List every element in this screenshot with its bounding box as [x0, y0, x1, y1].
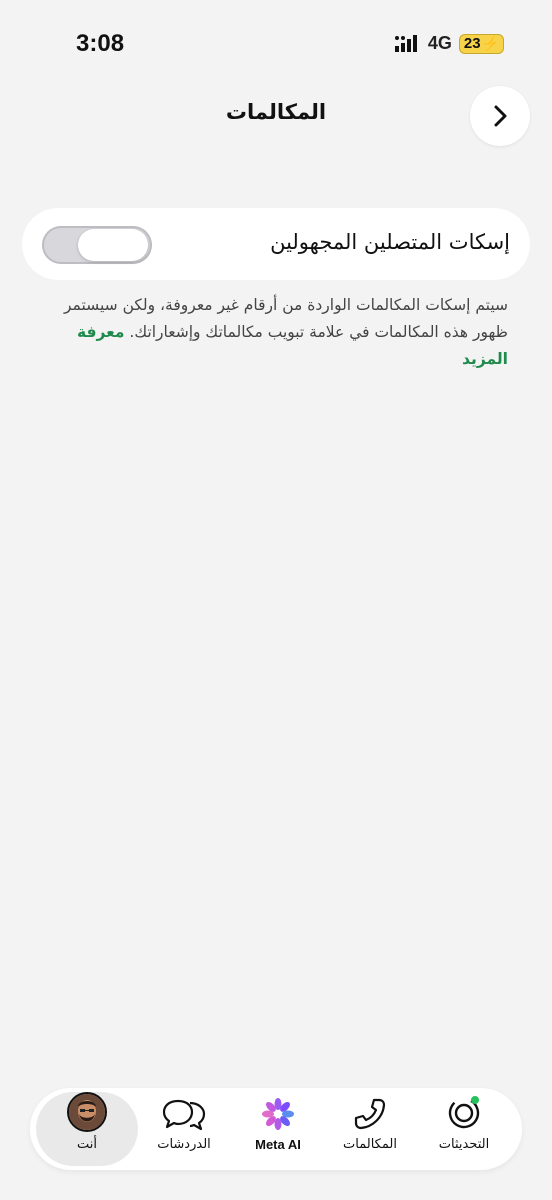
tab-chats[interactable]: الدردشات — [142, 1092, 226, 1166]
updates-icon — [448, 1096, 480, 1129]
meta-ai-icon — [262, 1098, 294, 1130]
tab-label: الدردشات — [157, 1137, 211, 1152]
tab-calls[interactable]: المكالمات — [330, 1092, 410, 1166]
battery-indicator: 23 ⚡ — [458, 33, 504, 54]
silence-unknown-callers-row: إسكات المتصلين المجهولين — [22, 208, 530, 280]
back-button[interactable] — [470, 86, 530, 146]
tab-label: التحديثات — [438, 1137, 490, 1152]
setting-label: إسكات المتصلين المجهولين — [270, 230, 510, 254]
tab-label: المكالمات — [343, 1137, 397, 1152]
battery-level: 23 — [463, 35, 481, 52]
bottom-tab-bar: التحديثات المكالمات Meta AI الدردشات أنت — [30, 1088, 522, 1170]
chats-icon — [162, 1099, 206, 1131]
toggle-knob — [78, 229, 148, 261]
setting-description: سيتم إسكات المكالمات الواردة من أرقام غي… — [44, 292, 508, 373]
status-indicators: 4G 23 ⚡ — [394, 33, 504, 54]
tab-you[interactable]: أنت — [36, 1092, 138, 1166]
description-text: سيتم إسكات المكالمات الواردة من أرقام غي… — [63, 296, 508, 341]
tab-label: أنت — [77, 1137, 97, 1152]
avatar — [67, 1092, 107, 1132]
tab-updates[interactable]: التحديثات — [422, 1092, 506, 1166]
phone-icon — [354, 1098, 386, 1130]
tab-meta-ai[interactable]: Meta AI — [236, 1092, 320, 1166]
network-type: 4G — [427, 33, 452, 53]
status-time: 3:08 — [76, 30, 125, 57]
tab-label: Meta AI — [255, 1137, 301, 1152]
silence-unknown-toggle[interactable] — [42, 226, 152, 264]
signal-icon — [394, 34, 417, 52]
chevron-right-icon — [494, 105, 507, 127]
charging-icon: ⚡ — [481, 35, 499, 51]
